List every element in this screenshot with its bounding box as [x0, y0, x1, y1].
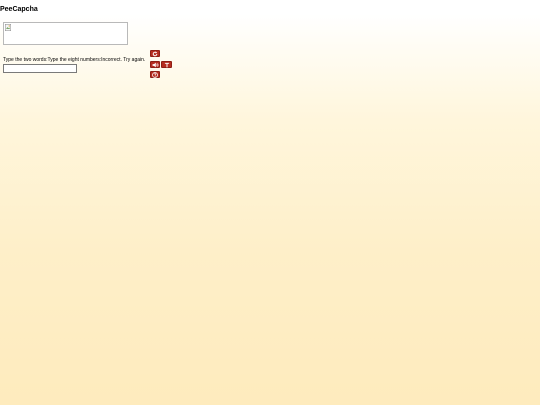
help-button[interactable] — [150, 71, 160, 78]
text-captcha-button[interactable] — [161, 61, 172, 68]
reload-icon — [152, 50, 158, 56]
speaker-icon — [152, 62, 158, 67]
page-title: PeeCapcha — [0, 6, 38, 13]
reload-captcha-button[interactable] — [150, 50, 160, 57]
audio-captcha-button[interactable] — [150, 61, 160, 68]
captcha-image — [3, 22, 128, 45]
broken-image-icon — [5, 24, 11, 31]
help-icon — [152, 71, 158, 78]
captcha-response-input[interactable] — [3, 64, 77, 73]
captcha-instructions: Type the two words:Type the eight number… — [3, 57, 146, 63]
text-mode-icon — [164, 62, 169, 67]
